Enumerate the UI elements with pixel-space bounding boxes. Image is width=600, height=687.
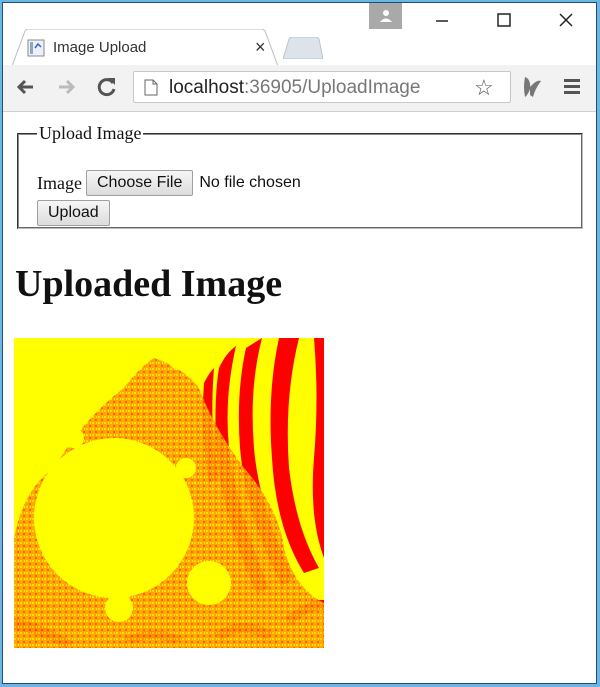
maximize-button[interactable] <box>481 3 527 37</box>
upload-button[interactable]: Upload <box>37 200 110 226</box>
back-arrow-icon <box>16 79 33 95</box>
tab-close-button[interactable]: × <box>255 37 266 58</box>
url-text: localhost:36905/UploadImage <box>169 77 420 99</box>
page-content: Upload Image Image Choose File No file c… <box>3 112 596 683</box>
extension-icon[interactable] <box>519 75 545 99</box>
browser-window: Image Upload × localhost:36905/UploadIma… <box>2 2 597 684</box>
page-icon <box>144 79 158 96</box>
title-bar: Image Upload × <box>3 3 596 69</box>
url-host: localhost <box>169 77 244 98</box>
toolbar: localhost:36905/UploadImage ☆ <box>3 65 596 112</box>
maximize-icon <box>497 13 511 27</box>
profile-button[interactable] <box>369 3 402 29</box>
uploaded-image-heading: Uploaded Image <box>15 263 283 305</box>
uploaded-image <box>14 338 324 648</box>
minimize-button[interactable] <box>419 3 465 37</box>
reload-button[interactable] <box>93 73 121 101</box>
person-icon <box>379 10 392 22</box>
forward-button[interactable] <box>53 73 81 101</box>
minimize-icon <box>436 20 448 22</box>
upload-fieldset: Upload Image Image Choose File No file c… <box>17 123 583 229</box>
url-path: :36905/UploadImage <box>244 77 421 98</box>
image-label: Image <box>37 172 82 193</box>
no-file-chosen-text: No file chosen <box>199 174 301 191</box>
address-bar[interactable]: localhost:36905/UploadImage ☆ <box>133 71 511 103</box>
bookmark-star-icon[interactable]: ☆ <box>474 75 494 101</box>
close-window-button[interactable] <box>543 3 589 37</box>
fieldset-legend: Upload Image <box>39 123 142 143</box>
back-button[interactable] <box>11 73 39 101</box>
tab-title: Image Upload <box>53 39 147 56</box>
forward-arrow-icon <box>59 79 76 95</box>
close-icon <box>559 13 573 27</box>
menu-icon[interactable] <box>563 77 581 95</box>
browser-tab[interactable]: Image Upload × <box>11 29 279 69</box>
file-row: Image Choose File No file chosen <box>37 170 301 196</box>
new-tab-button[interactable] <box>283 37 323 59</box>
page-chart-icon <box>27 39 45 57</box>
choose-file-button[interactable]: Choose File <box>85 170 194 196</box>
reload-icon <box>97 78 116 97</box>
